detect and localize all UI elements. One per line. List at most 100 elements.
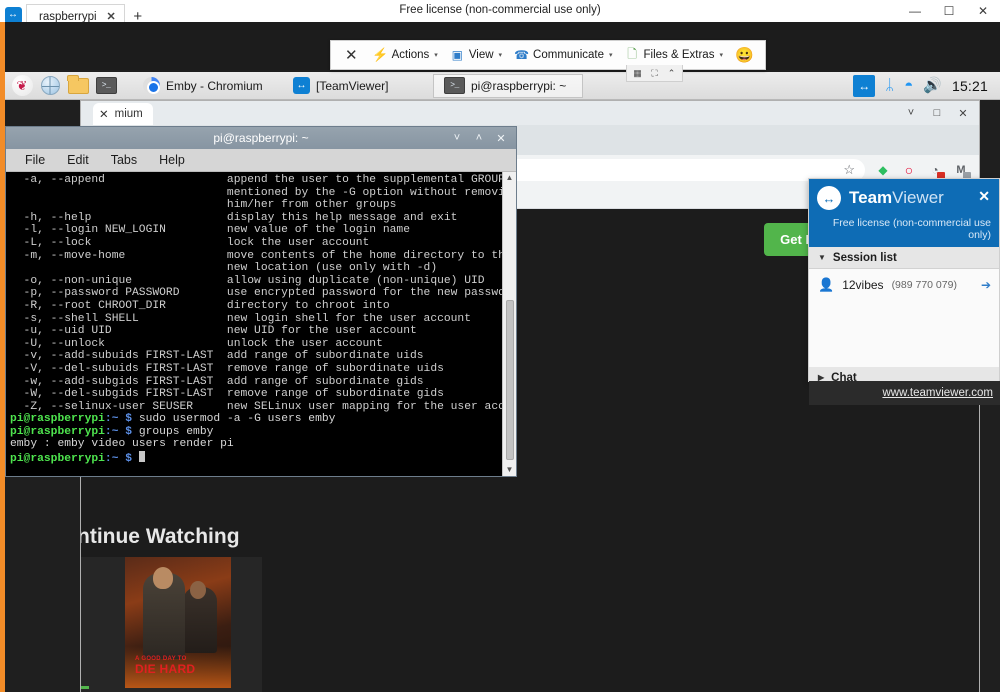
chromium-tab[interactable]: ✕ mium [93, 103, 153, 125]
terminal-window-title: pi@raspberrypi: ~ [213, 131, 309, 145]
terminal-menubar: File Edit Tabs Help [6, 149, 516, 172]
taskbar-label: Emby - Chromium [166, 78, 263, 93]
terminal-output[interactable]: -a, --append append the user to the supp… [6, 172, 502, 476]
toolbar-communicate-menu[interactable]: ☎ Communicate ▾ [509, 45, 617, 66]
prompt-user: pi@raspberrypi [10, 413, 105, 426]
menu-help[interactable]: Help [148, 151, 196, 169]
chevron-down-icon: ▾ [719, 52, 723, 59]
monitor-icon: ▣ [451, 48, 463, 62]
taskbar-label: pi@raspberrypi: ~ [471, 78, 567, 93]
bookmark-star-icon[interactable]: ☆ [843, 162, 855, 178]
prompt-path: :~ [104, 453, 119, 466]
terminal-launcher-icon[interactable]: >_ [93, 74, 119, 98]
remote-session-canvas[interactable]: ❦ >_ Emby - Chromium ↔ [TeamViewer] >_ p… [0, 22, 1000, 692]
terminal-scrollbar[interactable]: ▲ ▼ [502, 172, 516, 476]
phone-icon: ☎ [514, 48, 530, 62]
chromium-window-controls: ˅ □ ✕ [899, 101, 975, 125]
scrollbar-thumb[interactable] [506, 300, 514, 460]
terminal-maximize-button[interactable]: ˄ [472, 132, 486, 144]
end-session-icon[interactable]: ✕ [337, 48, 366, 63]
teamviewer-floating-toolbar: ✕ ⚡ Actions ▾ ▣ View ▾ ☎ Communicate ▾ 🗋… [330, 40, 766, 70]
scroll-up-icon[interactable]: ▲ [506, 172, 514, 184]
prompt-user: pi@raspberrypi [10, 453, 105, 466]
taskbar-button-terminal[interactable]: >_ pi@raspberrypi: ~ [433, 73, 583, 98]
taskbar-button-chromium[interactable]: Emby - Chromium [133, 74, 283, 98]
taskbar-button-teamviewer[interactable]: ↔ [TeamViewer] [283, 74, 433, 98]
chromium-minimize-button[interactable]: ˅ [899, 101, 923, 125]
toolbar-view-menu[interactable]: ▣ View ▾ [445, 45, 507, 66]
session-list-label: Session list [832, 251, 897, 264]
menu-edit[interactable]: Edit [56, 151, 100, 169]
chromium-icon [143, 77, 160, 94]
teamviewer-toolbar-controls: ▦ ⛶ ⌃ [626, 65, 683, 82]
menu-file[interactable]: File [14, 151, 56, 169]
terminal-icon: >_ [444, 77, 465, 94]
toolbar-actions-menu[interactable]: ⚡ Actions ▾ [368, 45, 443, 66]
movie-poster: A GOOD DAY TO DIE HARD [125, 557, 231, 688]
browser-icon[interactable] [37, 74, 63, 98]
prompt-symbol: $ [125, 453, 133, 466]
terminal-window[interactable]: pi@raspberrypi: ~ ˅ ˄ ✕ File Edit Tabs H… [5, 126, 517, 477]
chevron-down-icon: ▾ [498, 52, 503, 59]
panel-license-text: Free license (non-commercial use only) [809, 217, 999, 247]
terminal-window-controls: ˅ ˄ ✕ [450, 127, 512, 149]
collapse-icon[interactable]: ⌃ [665, 67, 678, 79]
chromium-maximize-button[interactable]: □ [925, 101, 949, 125]
close-icon[interactable]: ✕ [99, 107, 109, 121]
chromium-tab-label: mium [114, 108, 143, 120]
teamviewer-brand: TeamViewer [849, 188, 944, 208]
terminal-body[interactable]: -a, --append append the user to the supp… [6, 172, 516, 476]
minimize-button[interactable]: — [898, 0, 932, 22]
session-user-name: 12vibes [842, 278, 884, 292]
command-line-2: groups emby [138, 425, 214, 438]
teamviewer-icon: ↔ [4, 6, 22, 24]
maximize-button[interactable]: ☐ [932, 0, 966, 22]
chromium-close-button[interactable]: ✕ [951, 101, 975, 125]
pi-launcher-group: ❦ >_ [5, 74, 119, 98]
toolbar-item-label: Actions [391, 49, 430, 61]
raspberry-menu-icon[interactable]: ❦ [9, 74, 35, 98]
prompt-path: :~ [104, 425, 119, 438]
pi-system-tray: ↔ ᛦ ◓ 🔊 15:21 [853, 74, 1000, 97]
prompt-symbol: $ [125, 425, 133, 438]
session-list-item[interactable]: 👤 12vibes (989 770 079) ➔ [809, 274, 999, 296]
teamviewer-website-link[interactable]: www.teamviewer.com [882, 387, 993, 399]
file-manager-icon[interactable] [65, 74, 91, 98]
panel-close-icon[interactable]: ✕ [978, 188, 990, 205]
teamviewer-tray-icon[interactable]: ↔ [853, 74, 876, 97]
teamviewer-panel-header: ↔ TeamViewer ✕ [809, 179, 999, 217]
toolbar-files-extras-menu[interactable]: 🗋 Files & Extras ▾ [620, 45, 728, 66]
session-list-section-header[interactable]: ▼ Session list [809, 247, 999, 269]
terminal-close-button[interactable]: ✕ [494, 132, 508, 145]
pi-task-buttons: Emby - Chromium ↔ [TeamViewer] >_ pi@ras… [133, 73, 853, 98]
gmail-extension-icon[interactable]: M [953, 162, 971, 180]
terminal-minimize-button[interactable]: ˅ [450, 132, 464, 144]
host-window-controls: — ☐ ✕ [898, 0, 1000, 22]
usermod-help-text: -a, --append append the user to the supp… [23, 174, 502, 413]
chevron-down-icon: ▾ [434, 52, 438, 59]
close-button[interactable]: ✕ [966, 0, 1000, 22]
menu-tabs[interactable]: Tabs [100, 151, 148, 169]
fullscreen-icon[interactable]: ⛶ [648, 67, 661, 79]
teamviewer-session-panel[interactable]: ↔ TeamViewer ✕ Free license (non-commerc… [808, 178, 1000, 405]
lightning-icon: ⚡ [371, 47, 389, 62]
pi-taskbar: ❦ >_ Emby - Chromium ↔ [TeamViewer] >_ p… [5, 72, 1000, 100]
brand-light: Viewer [892, 188, 944, 207]
clock[interactable]: 15:21 [952, 78, 988, 94]
opera-extension-icon[interactable]: ○ [901, 162, 917, 178]
bluetooth-icon[interactable]: ᛦ [885, 78, 894, 93]
grid-icon[interactable]: ▦ [631, 67, 644, 79]
toolbar-item-label: View [468, 49, 494, 61]
volume-icon[interactable]: 🔊 [923, 78, 942, 93]
smiley-icon[interactable]: 😀 [730, 43, 759, 67]
wifi-icon[interactable]: ◓ [904, 78, 913, 93]
scroll-down-icon[interactable]: ▼ [506, 464, 514, 476]
command-output-1: emby : emby video users render pi [10, 438, 234, 451]
continue-watching-heading: Continue Watching [81, 525, 240, 548]
media-card[interactable]: A GOOD DAY TO DIE HARD [81, 557, 262, 692]
evernote-extension-icon[interactable]: ◆ [875, 162, 891, 178]
clock-extension-icon[interactable]: ◔ [927, 162, 945, 180]
prompt-user: pi@raspberrypi [10, 425, 105, 438]
command-line-1: sudo usermod -a -G users emby [138, 413, 336, 426]
brand-bold: Team [849, 188, 893, 207]
